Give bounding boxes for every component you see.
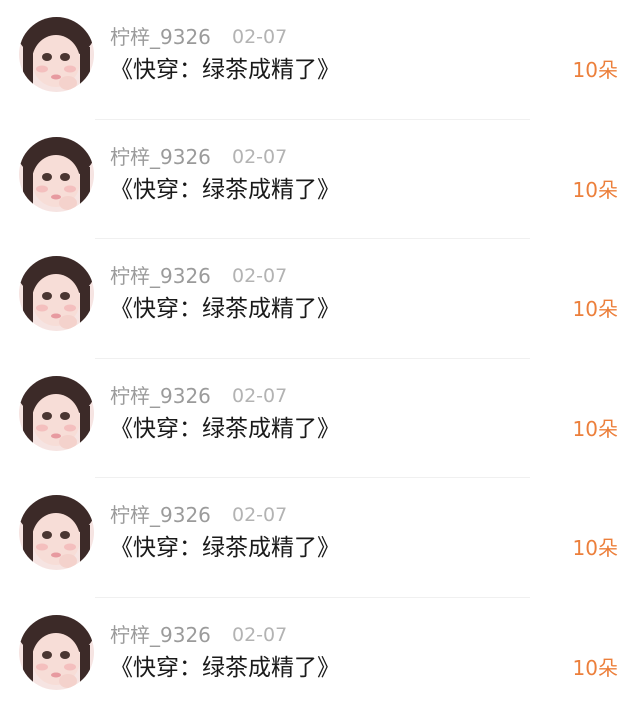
date: 02-07: [232, 144, 287, 170]
list-item[interactable]: 柠梓_9326 02-07 《快穿：绿茶成精了》 10朵: [0, 478, 640, 598]
avatar-icon[interactable]: [19, 17, 94, 92]
book-title[interactable]: 《快穿：绿茶成精了》: [110, 174, 340, 206]
gift-count: 10朵: [573, 534, 618, 562]
book-title[interactable]: 《快穿：绿茶成精了》: [110, 532, 340, 564]
gift-count: 10朵: [573, 295, 618, 323]
book-title[interactable]: 《快穿：绿茶成精了》: [110, 652, 340, 684]
date: 02-07: [232, 622, 287, 648]
username[interactable]: 柠梓_9326: [110, 622, 211, 648]
avatar-icon[interactable]: [19, 495, 94, 570]
gift-record-list: 柠梓_9326 02-07 《快穿：绿茶成精了》 10朵 柠梓_9326 02-…: [0, 0, 640, 707]
gift-count: 10朵: [573, 56, 618, 84]
book-title[interactable]: 《快穿：绿茶成精了》: [110, 413, 340, 445]
username[interactable]: 柠梓_9326: [110, 383, 211, 409]
date: 02-07: [232, 383, 287, 409]
username[interactable]: 柠梓_9326: [110, 263, 211, 289]
gift-count: 10朵: [573, 176, 618, 204]
date: 02-07: [232, 263, 287, 289]
book-title[interactable]: 《快穿：绿茶成精了》: [110, 54, 340, 86]
list-item[interactable]: 柠梓_9326 02-07 《快穿：绿茶成精了》 10朵: [0, 120, 640, 240]
list-item[interactable]: 柠梓_9326 02-07 《快穿：绿茶成精了》 10朵: [0, 239, 640, 359]
avatar-icon[interactable]: [19, 376, 94, 451]
avatar-icon[interactable]: [19, 137, 94, 212]
gift-count: 10朵: [573, 654, 618, 682]
list-item[interactable]: 柠梓_9326 02-07 《快穿：绿茶成精了》 10朵: [0, 0, 640, 120]
username[interactable]: 柠梓_9326: [110, 24, 211, 50]
gift-count: 10朵: [573, 415, 618, 443]
book-title[interactable]: 《快穿：绿茶成精了》: [110, 293, 340, 325]
avatar-icon[interactable]: [19, 615, 94, 690]
date: 02-07: [232, 502, 287, 528]
list-item[interactable]: 柠梓_9326 02-07 《快穿：绿茶成精了》 10朵: [0, 598, 640, 717]
username[interactable]: 柠梓_9326: [110, 502, 211, 528]
username[interactable]: 柠梓_9326: [110, 144, 211, 170]
avatar-icon[interactable]: [19, 256, 94, 331]
list-item[interactable]: 柠梓_9326 02-07 《快穿：绿茶成精了》 10朵: [0, 359, 640, 479]
date: 02-07: [232, 24, 287, 50]
